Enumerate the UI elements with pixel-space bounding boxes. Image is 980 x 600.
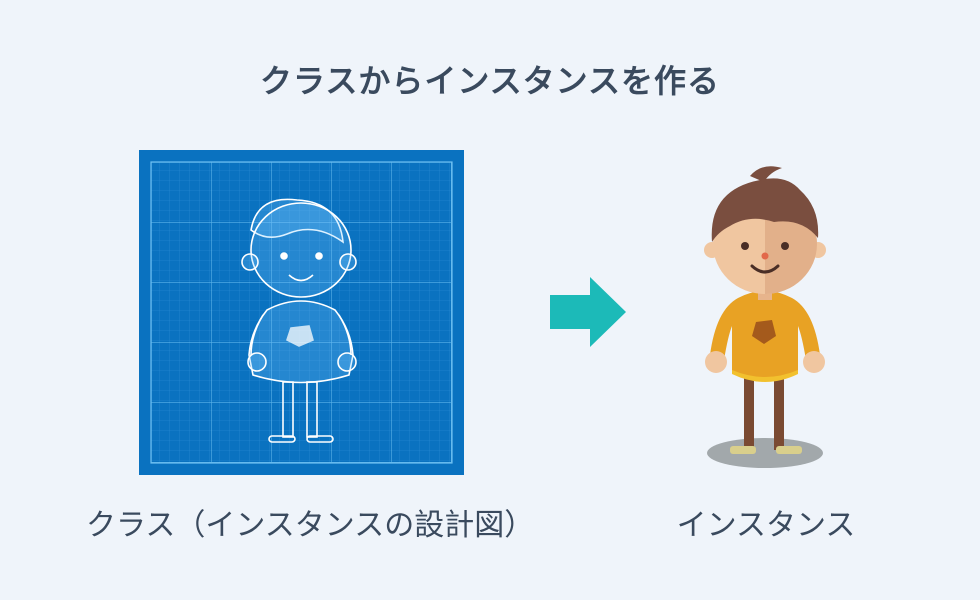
instance-caption: インスタンス: [676, 508, 856, 543]
blueprint-illustration: [139, 150, 464, 475]
diagram-title: クラスからインスタンスを作る: [259, 62, 721, 100]
arrow-right-icon: [550, 277, 626, 347]
class-caption: クラス（インスタンスの設計図）: [86, 508, 535, 543]
instance-character: [704, 166, 826, 468]
